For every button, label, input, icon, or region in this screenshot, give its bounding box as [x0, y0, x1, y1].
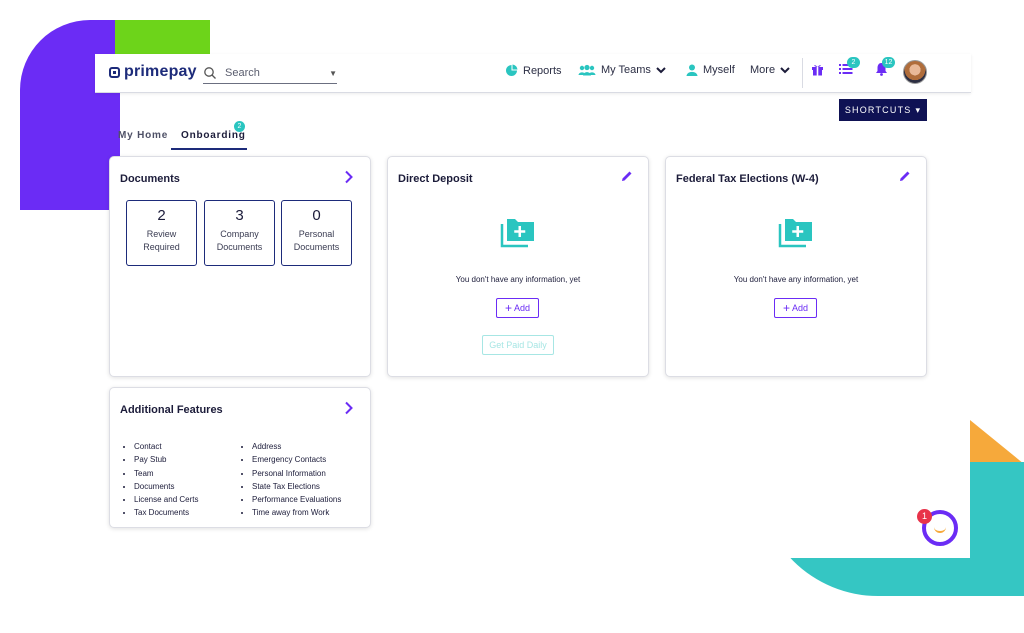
user-icon — [686, 64, 698, 76]
smile-icon — [934, 525, 946, 533]
add-folder-icon — [778, 219, 812, 248]
review-required-box[interactable]: 2 Review Required — [126, 200, 197, 266]
plus-icon: + — [782, 301, 790, 315]
primepay-logo[interactable]: primepay — [109, 63, 197, 81]
onboarding-badge: 2 — [234, 121, 245, 132]
caret-down-icon: ▾ — [915, 104, 922, 115]
notifications-button[interactable]: 12 — [875, 57, 895, 81]
nav-reports[interactable]: Reports — [505, 64, 562, 77]
documents-card: Documents 2 Review Required 3 Company Docu… — [109, 156, 371, 377]
chevron-down-icon — [780, 66, 790, 73]
personal-documents-box[interactable]: 0 Personal Documents — [281, 200, 352, 266]
pencil-icon[interactable] — [898, 169, 912, 183]
company-documents-box[interactable]: 3 Company Documents — [204, 200, 275, 266]
list-item[interactable]: Team — [134, 467, 198, 480]
list-item[interactable]: Personal Information — [252, 467, 341, 480]
notifications-badge: 12 — [882, 57, 895, 68]
logo-mark-icon — [109, 66, 120, 78]
add-federal-tax-button[interactable]: + Add — [774, 298, 817, 318]
header-divider — [802, 58, 803, 88]
empty-state-text: You don't have any information, yet — [733, 275, 859, 284]
empty-state-text: You don't have any information, yet — [455, 275, 581, 284]
active-tab-indicator — [171, 148, 247, 150]
features-list-left: Contact Pay Stub Team Documents License … — [122, 440, 198, 520]
gift-icon — [812, 65, 823, 76]
list-item[interactable]: Performance Evaluations — [252, 493, 341, 506]
decor-purple-shape — [20, 20, 120, 210]
list-item[interactable]: Pay Stub — [134, 453, 198, 466]
tasks-badge: 2 — [847, 57, 860, 68]
add-folder-icon — [500, 219, 534, 248]
list-item[interactable]: Documents — [134, 480, 198, 493]
shortcuts-button[interactable]: SHORTCUTS ▾ — [839, 99, 927, 121]
list-item[interactable]: Tax Documents — [134, 506, 198, 519]
top-header: primepay ▼ Reports My Teams Myself More … — [95, 54, 971, 93]
decor-orange-shape — [970, 420, 1024, 464]
caret-down-icon[interactable]: ▼ — [329, 69, 337, 78]
direct-deposit-title: Direct Deposit — [398, 173, 473, 185]
nav-more[interactable]: More — [750, 64, 790, 76]
list-item[interactable]: Address — [252, 440, 341, 453]
search-icon — [204, 67, 216, 79]
list-item[interactable]: Time away from Work — [252, 506, 341, 519]
chevron-right-icon[interactable] — [342, 170, 356, 184]
add-direct-deposit-button[interactable]: + Add — [496, 298, 539, 318]
additional-features-card: Additional Features Contact Pay Stub Tea… — [109, 387, 371, 528]
search-bar: ▼ — [203, 63, 337, 84]
list-item[interactable]: State Tax Elections — [252, 480, 341, 493]
team-icon — [578, 64, 596, 76]
list-item[interactable]: Emergency Contacts — [252, 453, 341, 466]
nav-my-teams[interactable]: My Teams — [578, 64, 666, 76]
plus-icon: + — [504, 301, 512, 315]
chat-badge: 1 — [917, 509, 932, 524]
decor-green-shape — [115, 20, 210, 58]
tab-onboarding[interactable]: Onboarding — [181, 130, 246, 141]
federal-tax-title: Federal Tax Elections (W-4) — [676, 173, 819, 185]
chevron-down-icon — [656, 66, 666, 73]
tab-my-home[interactable]: My Home — [118, 130, 168, 141]
list-item[interactable]: Contact — [134, 440, 198, 453]
search-input[interactable] — [223, 66, 323, 80]
gift-button[interactable] — [811, 62, 824, 81]
chevron-right-icon[interactable] — [342, 401, 356, 415]
nav-myself[interactable]: Myself — [686, 64, 735, 76]
additional-features-title: Additional Features — [120, 404, 223, 416]
list-item[interactable]: License and Certs — [134, 493, 198, 506]
avatar[interactable] — [903, 60, 927, 84]
get-paid-daily-button[interactable]: Get Paid Daily — [482, 335, 554, 355]
features-list-right: Address Emergency Contacts Personal Info… — [240, 440, 341, 520]
federal-tax-card: Federal Tax Elections (W-4) You don't ha… — [665, 156, 927, 377]
tasks-button[interactable]: 2 — [839, 57, 860, 80]
pencil-icon[interactable] — [620, 169, 634, 183]
pie-chart-icon — [506, 64, 518, 76]
documents-title: Documents — [120, 173, 180, 185]
direct-deposit-card: Direct Deposit You don't have any inform… — [387, 156, 649, 377]
